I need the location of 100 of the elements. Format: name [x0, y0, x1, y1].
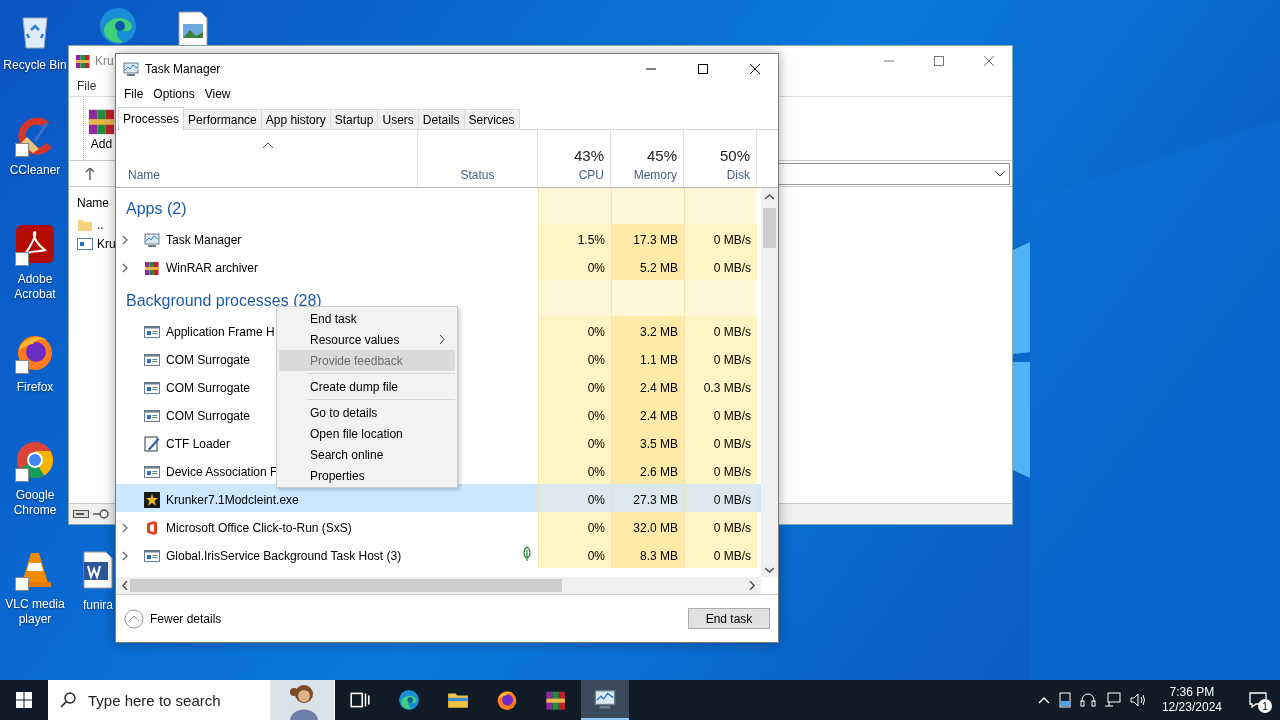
desktop-icon-label[interactable]: Adobe Acrobat	[2, 272, 68, 302]
close-icon	[984, 56, 994, 66]
drive-icon[interactable]	[1057, 692, 1072, 708]
minimize-icon	[646, 67, 656, 70]
speaker-icon[interactable]	[1129, 692, 1148, 708]
window-icon	[144, 463, 160, 480]
search-bar[interactable]: Type here to search	[48, 680, 335, 720]
cpu-value: 0%	[538, 484, 611, 512]
desktop-icon-label[interactable]: Google Chrome	[2, 488, 68, 518]
tab[interactable]: Users	[377, 109, 419, 129]
menu-item[interactable]: End task	[279, 308, 455, 329]
menu-item[interactable]: Search online	[279, 444, 455, 465]
notification-count: 1	[1258, 699, 1272, 713]
path-dropdown[interactable]	[778, 162, 1010, 185]
disk-value: 0 MB/s	[684, 484, 757, 512]
menu-item[interactable]: File	[77, 79, 97, 93]
taskbar-app[interactable]	[581, 680, 629, 720]
expand-chevron-icon[interactable]	[122, 234, 128, 245]
process-name: COM Surrogate	[166, 380, 251, 395]
task-manager-icon	[144, 231, 160, 248]
process-name: Application Frame H	[166, 324, 275, 339]
scrollbar-thumb[interactable]	[763, 208, 776, 248]
column-header[interactable]: Name	[77, 196, 109, 210]
edge-icon[interactable]	[398, 689, 420, 711]
scroll-left-icon[interactable]	[122, 581, 128, 590]
network-icon[interactable]	[1103, 692, 1122, 708]
column-header[interactable]: Status	[460, 168, 495, 182]
tab[interactable]: App history	[260, 109, 331, 129]
scrollbar-thumb[interactable]	[130, 579, 562, 592]
collapse-icon[interactable]	[124, 608, 144, 629]
desktop-icon-label[interactable]: Recycle Bin	[3, 58, 67, 73]
notification-button[interactable]: 1	[1236, 680, 1280, 720]
cpu-value: 0%	[538, 252, 611, 280]
expand-chevron-icon[interactable]	[122, 550, 128, 561]
chevron-up-icon[interactable]	[1037, 696, 1050, 704]
cpu-value: 0%	[538, 512, 611, 540]
disk-value: 0 MB/s	[684, 400, 757, 428]
column-header[interactable]: Disk	[726, 168, 750, 182]
column-header[interactable]: CPU	[578, 168, 604, 182]
column-header[interactable]: Memory	[633, 168, 677, 182]
file-name[interactable]: Kru	[97, 236, 116, 251]
expand-chevron-icon[interactable]	[122, 262, 128, 273]
menu-item[interactable]: Go to details	[279, 402, 455, 423]
menu-item[interactable]: Options	[148, 86, 200, 101]
memory-value: 3.5 MB	[611, 428, 684, 456]
scroll-up-icon[interactable]	[765, 194, 774, 200]
menu-item[interactable]: Properties	[279, 465, 455, 486]
horizontal-scrollbar[interactable]	[116, 577, 761, 594]
desktop-icon-label[interactable]: CCleaner	[9, 163, 61, 178]
task-manager-icon	[123, 60, 139, 77]
menu-item[interactable]: File	[119, 86, 149, 101]
scroll-right-icon[interactable]	[749, 581, 755, 590]
tab[interactable]: Details	[417, 109, 465, 129]
end-task-button[interactable]: End task	[688, 608, 770, 629]
maximize-icon	[698, 63, 708, 74]
cpu-value: 0%	[538, 540, 611, 568]
memory-value: 5.2 MB	[611, 252, 684, 280]
cpu-value: 0%	[538, 400, 611, 428]
process-row[interactable]: Krunker7.1Modcleint.exe 0% 27.3 MB 0 MB/s	[116, 484, 761, 512]
disk-value: 0 MB/s	[684, 316, 757, 344]
expand-chevron-icon[interactable]	[122, 522, 128, 533]
books-icon[interactable]	[545, 689, 567, 711]
tab[interactable]: Processes	[118, 107, 185, 130]
process-name: Task Manager	[166, 232, 242, 247]
memory-value: 27.3 MB	[611, 484, 684, 512]
tab[interactable]: Performance	[183, 109, 262, 129]
firefox-icon[interactable]	[496, 689, 518, 711]
window-icon	[144, 351, 160, 368]
menu-item[interactable]: Resource values	[279, 329, 455, 350]
menu-item[interactable]: View	[199, 86, 236, 101]
scroll-down-icon[interactable]	[765, 567, 774, 573]
memory-value: 32.0 MB	[611, 512, 684, 540]
desktop-icon-label[interactable]: funira	[83, 598, 113, 613]
disk-value: 0 MB/s	[684, 540, 757, 568]
process-name: Microsoft Office Click-to-Run (SxS)	[166, 520, 352, 535]
headset-icon[interactable]	[1079, 692, 1096, 708]
file-name[interactable]: ..	[97, 217, 104, 232]
window-icon	[77, 235, 93, 252]
window-title: Task Manager	[145, 61, 222, 76]
menu-item[interactable]: Open file location	[279, 423, 455, 444]
drive-icon	[73, 510, 89, 518]
books-icon	[144, 259, 160, 276]
star-badge-icon	[144, 491, 160, 508]
vertical-scrollbar[interactable]	[761, 188, 778, 577]
memory-value: 2.6 MB	[611, 456, 684, 484]
books-icon	[75, 53, 91, 69]
cpu-value: 0%	[538, 428, 611, 456]
desktop-icon-label[interactable]: Firefox	[16, 380, 54, 395]
up-arrow-icon[interactable]	[85, 167, 95, 180]
usage-percent: 45%	[646, 147, 677, 164]
tab[interactable]: Services	[463, 109, 520, 129]
cpu-value: 0%	[538, 316, 611, 344]
menu-item[interactable]: Create dump file	[279, 376, 455, 397]
task-manager-icon[interactable]	[594, 688, 616, 710]
fewer-details-link[interactable]: Fewer details	[150, 611, 222, 626]
search-field[interactable]: Type here to search	[86, 690, 260, 710]
desktop-icon-label[interactable]: VLC media player	[2, 597, 68, 627]
clock[interactable]: 7:36 PM 12/23/2024	[1155, 685, 1228, 715]
column-header[interactable]: Name	[128, 168, 411, 182]
tab[interactable]: Startup	[329, 109, 379, 129]
